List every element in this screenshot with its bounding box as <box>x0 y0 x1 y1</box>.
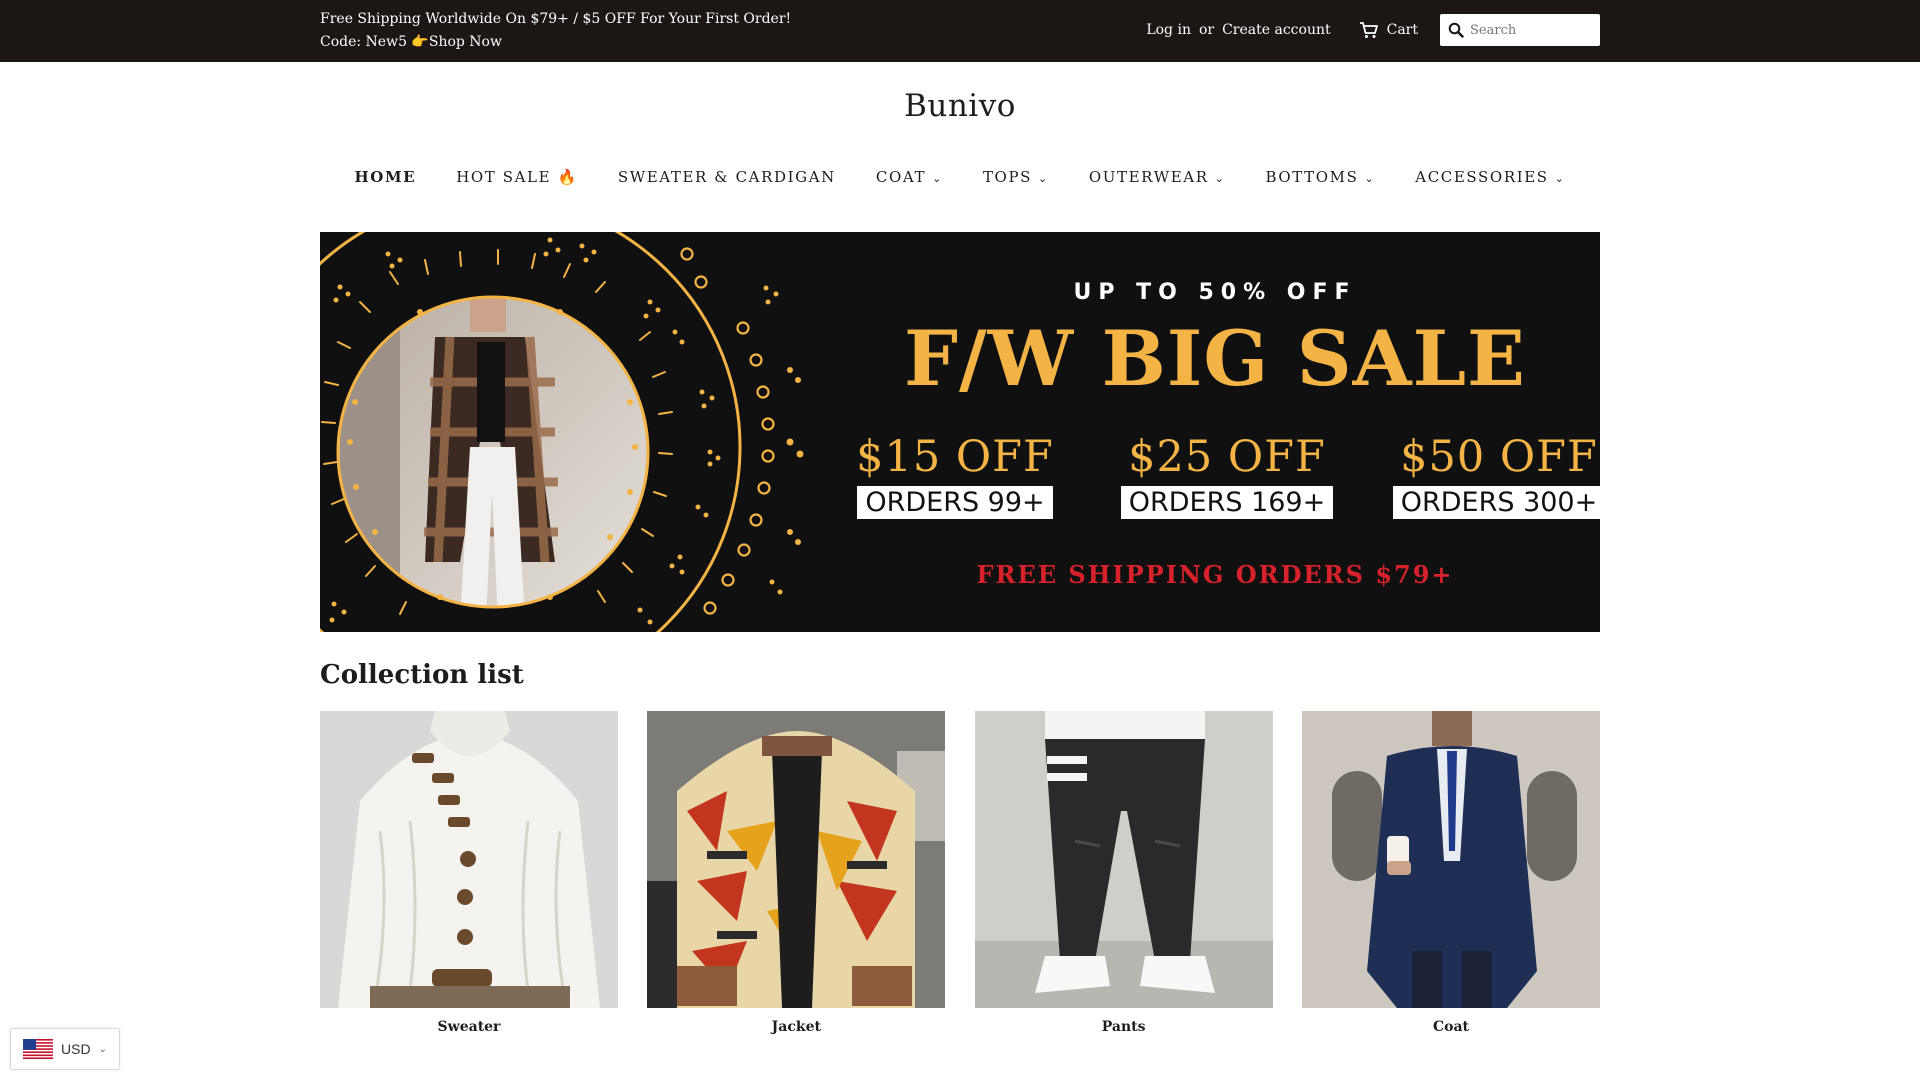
hero-upto-text: UP TO 50% OFF <box>1073 280 1357 305</box>
us-flag-icon <box>23 1039 53 1059</box>
chevron-down-icon: ⌄ <box>1364 171 1376 185</box>
collection-image-sweater[interactable] <box>320 711 618 1008</box>
chevron-down-icon: ⌄ <box>98 1043 107 1055</box>
hero-decoration <box>320 232 804 632</box>
collection-card-coat[interactable]: Coat <box>1301 711 1600 1035</box>
offer-tier-3: $50 OFF ORDERS 300+ <box>1389 432 1600 519</box>
announcement-line-2[interactable]: Code: New5 👉Shop Now <box>320 31 791 54</box>
collection-grid: Sweater Jacket Pants Coat <box>320 711 1600 1035</box>
cart-label: Cart <box>1386 22 1418 38</box>
offer-condition: ORDERS 99+ <box>857 486 1053 519</box>
offer-condition: ORDERS 300+ <box>1392 486 1600 519</box>
site-logo[interactable]: Bunivo <box>0 88 1920 124</box>
nav-item-label: COAT <box>875 168 927 186</box>
nav-item-label: BOTTOMS <box>1265 168 1359 186</box>
offer-tier-1: $15 OFF ORDERS 99+ <box>845 432 1065 519</box>
nav-item-accessories[interactable]: ACCESSORIES ⌄ <box>1415 168 1565 186</box>
collection-card-pants[interactable]: Pants <box>974 711 1273 1035</box>
cart-link[interactable]: Cart <box>1359 21 1418 39</box>
login-link[interactable]: Log in <box>1146 22 1191 38</box>
nav-item-hot-sale[interactable]: HOT SALE 🔥 <box>456 168 578 186</box>
offer-condition: ORDERS 169+ <box>1120 486 1334 519</box>
announcement-bar: Free Shipping Worldwide On $79+ / $5 OFF… <box>0 0 1920 62</box>
currency-code: USD <box>61 1041 91 1057</box>
or-text: or <box>1198 22 1215 38</box>
account-links: Log in or Create account Cart <box>1146 14 1600 46</box>
offer-amount: $25 OFF <box>1128 432 1326 482</box>
collection-image-coat[interactable] <box>1301 711 1600 1008</box>
nav-item-label: TOPS <box>982 168 1033 186</box>
search-box <box>1440 14 1600 46</box>
chevron-down-icon: ⌄ <box>1214 171 1226 185</box>
nav-item-sweater-cardigan[interactable]: SWEATER & CARDIGAN <box>618 168 836 186</box>
nav-item-label: ACCESSORIES <box>1415 168 1549 186</box>
announcement-line-1[interactable]: Free Shipping Worldwide On $79+ / $5 OFF… <box>320 11 791 27</box>
offer-amount: $15 OFF <box>856 432 1054 482</box>
collection-list-title: Collection list <box>320 660 524 690</box>
collection-card-sweater[interactable]: Sweater <box>320 711 618 1035</box>
cart-icon <box>1359 22 1378 38</box>
collection-image-jacket[interactable] <box>647 711 946 1008</box>
nav-item-coat[interactable]: COAT ⌄ <box>876 168 943 186</box>
offer-tier-2: $25 OFF ORDERS 169+ <box>1117 432 1337 519</box>
nav-item-outerwear[interactable]: OUTERWEAR ⌄ <box>1089 168 1226 186</box>
search-input[interactable] <box>1470 22 1594 38</box>
collection-image-pants[interactable] <box>974 711 1273 1008</box>
nav-item-label: HOME <box>354 168 417 186</box>
collection-label[interactable]: Coat <box>1302 1019 1600 1035</box>
nav-item-label: HOT SALE 🔥 <box>456 168 578 186</box>
search-icon[interactable] <box>1448 22 1464 38</box>
hero-headline: F/W BIG SALE <box>904 314 1526 403</box>
collection-label[interactable]: Sweater <box>320 1019 618 1035</box>
nav-item-label: SWEATER & CARDIGAN <box>617 168 836 186</box>
nav-item-tops[interactable]: TOPS ⌄ <box>983 168 1049 186</box>
currency-selector[interactable]: USD ⌄ <box>10 1028 120 1070</box>
chevron-down-icon: ⌄ <box>932 171 943 185</box>
chevron-down-icon: ⌄ <box>1554 171 1566 185</box>
collection-card-jacket[interactable]: Jacket <box>647 711 946 1035</box>
announcement-text[interactable]: Free Shipping Worldwide On $79+ / $5 OFF… <box>320 8 791 54</box>
create-account-link[interactable]: Create account <box>1222 22 1331 38</box>
nav-item-label: OUTERWEAR <box>1088 168 1209 186</box>
nav-item-home[interactable]: HOME <box>355 168 417 186</box>
nav-item-bottoms[interactable]: BOTTOMS ⌄ <box>1265 168 1375 186</box>
hero-free-shipping: FREE SHIPPING ORDERS $79+ <box>976 560 1454 589</box>
main-nav: HOME HOT SALE 🔥 SWEATER & CARDIGAN COAT … <box>0 168 1920 186</box>
chevron-down-icon: ⌄ <box>1038 171 1049 185</box>
collection-label[interactable]: Pants <box>975 1019 1273 1035</box>
collection-label[interactable]: Jacket <box>647 1019 945 1035</box>
offer-amount: $50 OFF <box>1400 432 1598 482</box>
hero-banner[interactable]: UP TO 50% OFF F/W BIG SALE $15 OFF ORDER… <box>320 232 1600 632</box>
